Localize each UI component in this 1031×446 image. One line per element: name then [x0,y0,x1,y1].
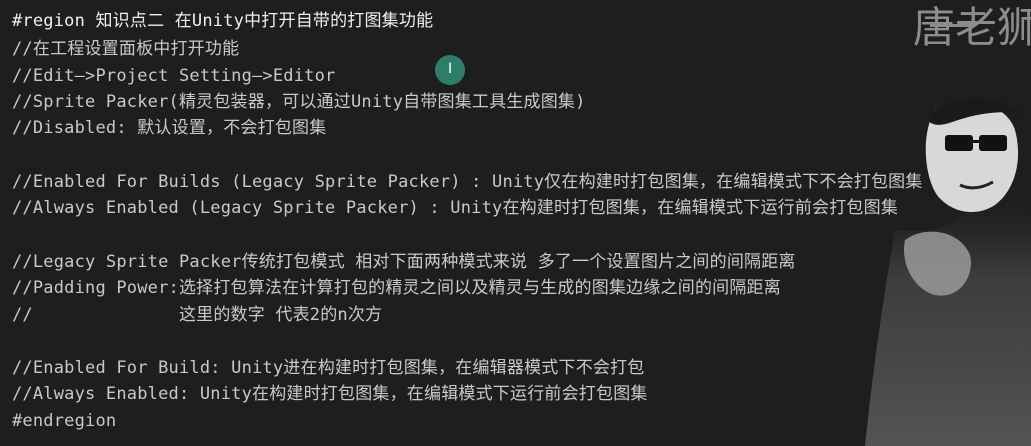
comment-line[interactable]: //Edit—>Project Setting—>Editor [12,65,335,87]
comment-line[interactable]: //Enabled For Build: Unity进在构建时打包图集，在编辑器… [12,357,645,379]
comment-line[interactable]: //Padding Power:选择打包算法在计算打包的精灵之间以及精灵与生成的… [12,277,781,299]
comment-line[interactable]: //Legacy Sprite Packer传统打包模式 相对下面两种模式来说 … [12,251,796,273]
comment-line[interactable]: //Always Enabled: Unity在构建时打包图集，在编辑模式下运行… [12,383,648,405]
watermark-text: 唐老狮 [912,3,1031,52]
text-cursor-icon: I [448,61,453,77]
presenter-avatar-image [865,97,1031,446]
region-start-line[interactable]: #region 知识点二 在Unity中打开自带的打图集功能 [12,10,433,32]
comment-line[interactable]: //Always Enabled (Legacy Sprite Packer) … [12,197,898,219]
comment-line[interactable]: //Disabled: 默认设置，不会打包图集 [12,117,326,139]
comment-line[interactable]: //Enabled For Builds (Legacy Sprite Pack… [12,171,923,193]
comment-line[interactable]: //在工程设置面板中打开功能 [12,38,239,60]
comment-line[interactable]: //Sprite Packer(精灵包装器，可以通过Unity自带图集工具生成图… [12,91,586,113]
comment-line[interactable]: // 这里的数字 代表2的n次方 [12,304,382,326]
region-end-line[interactable]: #endregion [12,410,116,432]
